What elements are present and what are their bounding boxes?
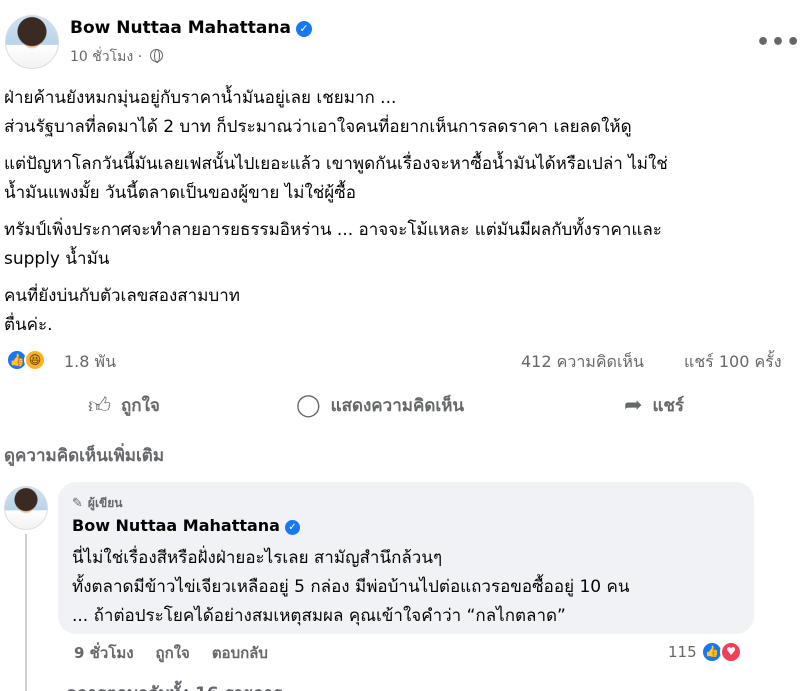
post-paragraph: ทรัมป์เพิ่งประกาศจะทำลายอารยธรรมอิหร่าน …	[4, 216, 796, 274]
post-paragraph: แต่ปัญหาโลกวันนี้มันเลยเฟสนั้นไปเยอะแล้ว…	[4, 150, 796, 208]
comment-reaction-count: 115	[668, 643, 697, 661]
comment-line: ทั้งตลาดมีข้าวไข่เจียวเหลืออยู่ 5 กล่อง …	[72, 577, 630, 597]
post-body: ฝ่ายค้านยังหมกมุ่นอยู่กับราคาน้ำมันอยู่เ…	[4, 84, 796, 348]
comment-time[interactable]: 9 ชั่วโมง	[74, 644, 134, 662]
post-line: ส่วนรัฐบาลที่ลดมาได้ 2 บาท ก็ประมาณว่าเอ…	[4, 117, 632, 137]
comment-line: นี่ไม่ใช่เรื่องสีหรือฝั่งฝ่ายอะไรเลย สาม…	[72, 548, 443, 568]
comment-body: นี่ไม่ใช่เรื่องสีหรือฝั่งฝ่ายอะไรเลย สาม…	[72, 544, 629, 631]
comment-button[interactable]: ◯ แสดงความคิดเห็น	[296, 390, 464, 420]
post-line: supply น้ำมัน	[4, 249, 110, 269]
comment-reply-button[interactable]: ตอบกลับ	[212, 644, 268, 662]
post-actions: 👍︎ ถูกใจ ◯ แสดงความคิดเห็น ➦ แชร์	[0, 390, 800, 420]
post-line: แต่ปัญหาโลกวันนี้มันเลยเฟสนั้นไปเยอะแล้ว…	[4, 154, 668, 174]
comment-author-name[interactable]: Bow Nuttaa Mahattana	[72, 516, 280, 535]
comment-label: แสดงความคิดเห็น	[330, 395, 465, 416]
post-line: ฝ่ายค้านยังหมกมุ่นอยู่กับราคาน้ำมันอยู่เ…	[4, 88, 397, 108]
share-arrow-icon: ➦	[624, 392, 643, 418]
like-label: ถูกใจ	[121, 395, 160, 416]
post-paragraph: คนที่ยังบ่นกับตัวเลขสองสามบาท ตื่นค่ะ.	[4, 282, 796, 340]
haha-reaction-icon[interactable]: 😆	[24, 349, 46, 371]
post-line: คนที่ยังบ่นกับตัวเลขสองสามบาท	[4, 286, 240, 306]
reply-thread-line	[25, 534, 27, 691]
post-author-name[interactable]: Bow Nuttaa Mahattana	[70, 18, 291, 38]
view-replies-link[interactable]: ดูการตอบกลับทั้ง 16 รายการ	[66, 680, 282, 691]
like-button[interactable]: 👍︎ ถูกใจ	[88, 390, 160, 420]
pencil-icon: ✎	[72, 496, 83, 511]
comment-actions: 9 ชั่วโมง ถูกใจ ตอบกลับ	[74, 641, 290, 665]
share-button[interactable]: ➦ แชร์	[624, 390, 684, 420]
post-time[interactable]: 10 ชั่วโมง ·	[70, 49, 142, 65]
verified-icon: ✓	[284, 520, 300, 535]
post-paragraph: ฝ่ายค้านยังหมกมุ่นอยู่กับราคาน้ำมันอยู่เ…	[4, 84, 796, 142]
view-more-comments-link[interactable]: ดูความคิดเห็นเพิ่มเติม	[4, 442, 164, 469]
comment-author[interactable]: Bow Nuttaa Mahattana ✓	[72, 516, 300, 535]
more-options-icon[interactable]: •••	[756, 30, 800, 55]
speech-bubble-icon: ◯	[296, 392, 321, 418]
thumb-up-icon: 👍︎	[88, 393, 111, 419]
post-stats: 👍 😆 1.8 พัน 412 ความคิดเห็น แชร์ 100 ครั…	[6, 346, 796, 374]
heart-reaction-icon: ♥	[720, 641, 742, 663]
reaction-count[interactable]: 1.8 พัน	[64, 350, 116, 375]
comment-bubble: ✎ ผู้เขียน Bow Nuttaa Mahattana ✓ นี่ไม่ใช…	[58, 482, 754, 634]
author-badge: ✎ ผู้เขียน	[72, 494, 122, 513]
post-line: น้ำมันแพงมั้ย วันนี้ตลาดเป็นของผู้ขาย ไม…	[4, 183, 357, 203]
author-avatar[interactable]	[5, 15, 59, 69]
author-badge-label: ผู้เขียน	[87, 496, 123, 510]
commenter-avatar[interactable]	[4, 486, 48, 530]
post-author[interactable]: Bow Nuttaa Mahattana ✓	[70, 18, 312, 38]
post-header: Bow Nuttaa Mahattana ✓ 10 ชั่วโมง · •••	[0, 12, 800, 72]
comment-line: ... ถ้าต่อประโยคได้อย่างสมเหตุสมผล คุณเข…	[72, 606, 566, 626]
share-label: แชร์	[652, 395, 685, 416]
share-count[interactable]: แชร์ 100 ครั้ง	[684, 350, 782, 375]
post-line: ทรัมป์เพิ่งประกาศจะทำลายอารยธรรมอิหร่าน …	[4, 220, 662, 240]
verified-icon: ✓	[295, 21, 312, 37]
comment-like-button[interactable]: ถูกใจ	[156, 644, 190, 662]
post-meta: 10 ชั่วโมง ·	[70, 46, 163, 68]
comment-count[interactable]: 412 ความคิดเห็น	[521, 350, 644, 375]
post-line: ตื่นค่ะ.	[4, 315, 53, 335]
globe-icon	[149, 49, 163, 63]
